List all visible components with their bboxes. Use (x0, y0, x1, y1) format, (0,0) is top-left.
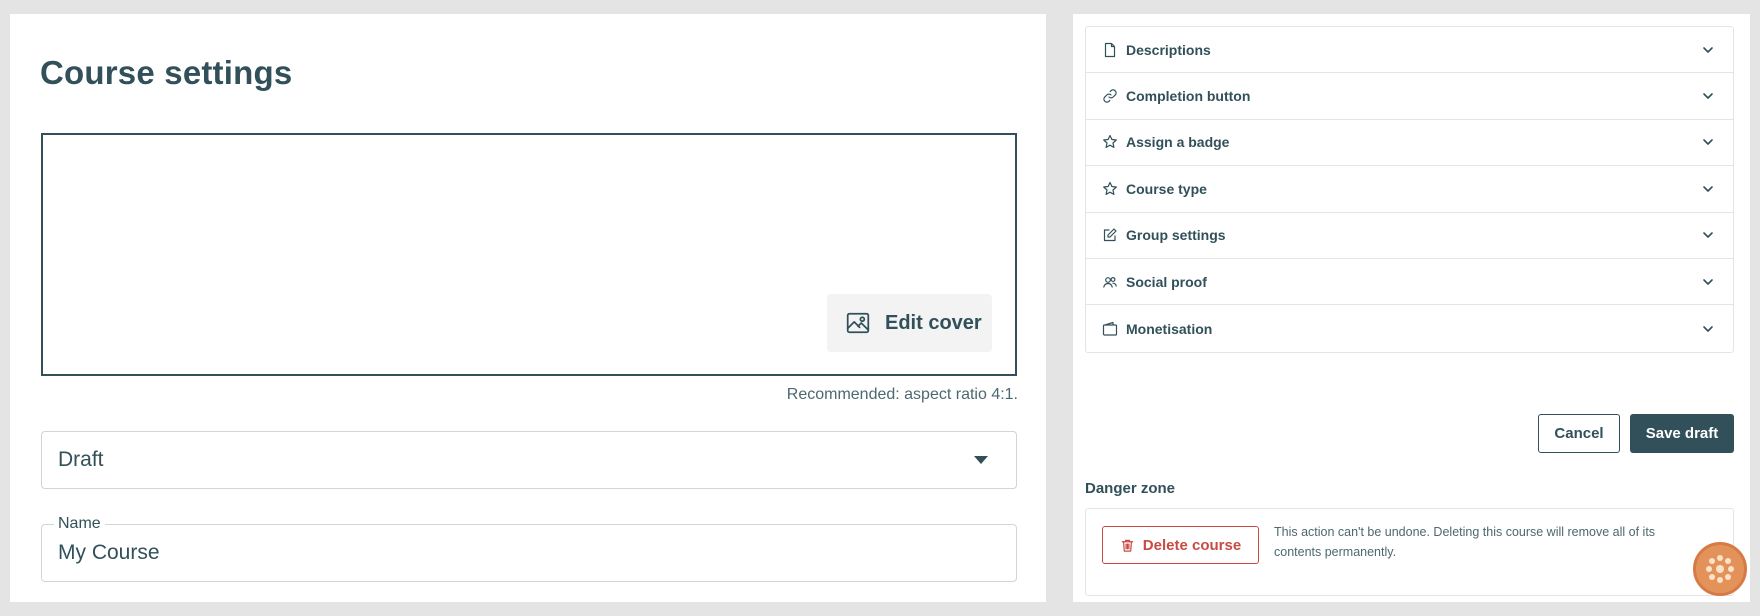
edit-cover-button[interactable]: Edit cover (827, 294, 992, 352)
danger-zone-box: Delete course This action can't be undon… (1085, 508, 1734, 596)
chevron-down-icon (1701, 275, 1715, 289)
users-icon (1102, 274, 1118, 290)
help-chat-avatar-icon (1696, 545, 1744, 593)
chevron-down-icon (1701, 182, 1715, 196)
accordion-item-label: Social proof (1126, 273, 1207, 290)
wallet-icon (1102, 321, 1118, 337)
cover-hint: Recommended: aspect ratio 4:1. (786, 386, 1018, 403)
cancel-button[interactable]: Cancel (1538, 414, 1620, 453)
accordion-item-group-settings[interactable]: Group settings (1086, 213, 1733, 259)
name-field-label: Name (54, 515, 105, 533)
delete-course-label: Delete course (1142, 536, 1242, 554)
danger-zone-title: Danger zone (1085, 480, 1176, 497)
accordion-item-monetisation[interactable]: Monetisation (1086, 305, 1733, 351)
save-draft-button[interactable]: Save draft (1630, 414, 1734, 453)
course-settings-panel: Course settings Edit cover Recommended: … (10, 14, 1046, 602)
cover-image-area[interactable]: Edit cover (41, 133, 1017, 376)
status-select-value: Draft (58, 448, 104, 471)
edit-cover-label: Edit cover (885, 311, 982, 334)
accordion-item-label: Assign a badge (1126, 134, 1230, 151)
accordion-item-assign-badge[interactable]: Assign a badge (1086, 120, 1733, 167)
help-chat-avatar[interactable] (1693, 542, 1747, 596)
accordion-item-course-type[interactable]: Course type (1086, 166, 1733, 213)
status-select[interactable]: Draft (41, 431, 1017, 489)
settings-accordion: Descriptions Completion button Assign a … (1085, 26, 1734, 353)
star-icon (1102, 134, 1118, 150)
accordion-item-label: Descriptions (1126, 41, 1211, 58)
accordion-item-label: Group settings (1126, 227, 1226, 244)
accordion-item-completion-button[interactable]: Completion button (1086, 73, 1733, 120)
link-icon (1102, 88, 1118, 104)
accordion-item-label: Course type (1126, 180, 1207, 197)
document-icon (1102, 42, 1118, 58)
page-title: Course settings (40, 54, 293, 91)
image-icon (845, 310, 871, 336)
settings-sidebar: Descriptions Completion button Assign a … (1073, 14, 1750, 602)
chevron-down-icon (1701, 228, 1715, 242)
edit-icon (1102, 227, 1118, 243)
caret-down-icon (974, 456, 988, 464)
chevron-down-icon (1701, 89, 1715, 103)
name-field-value[interactable]: My Course (58, 541, 160, 565)
accordion-item-social-proof[interactable]: Social proof (1086, 259, 1733, 306)
trash-icon (1120, 538, 1135, 553)
name-field[interactable]: Name My Course (41, 515, 1017, 582)
star-icon (1102, 181, 1118, 197)
accordion-item-descriptions[interactable]: Descriptions (1086, 27, 1733, 74)
chevron-down-icon (1701, 322, 1715, 336)
delete-course-button[interactable]: Delete course (1102, 526, 1259, 564)
chevron-down-icon (1701, 43, 1715, 57)
danger-zone-warning: This action can't be undone. Deleting th… (1274, 525, 1656, 559)
accordion-item-label: Completion button (1126, 88, 1251, 105)
chevron-down-icon (1701, 135, 1715, 149)
accordion-item-label: Monetisation (1126, 320, 1213, 337)
